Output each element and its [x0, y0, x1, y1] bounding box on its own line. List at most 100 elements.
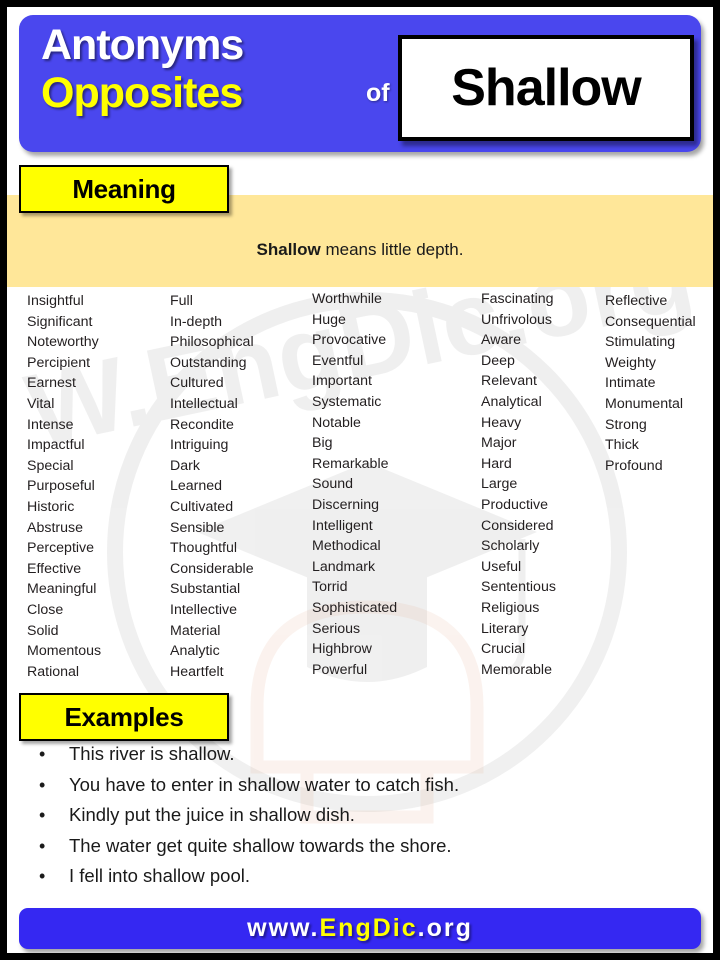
antonym-list: Fascinating Unfrivolous Aware Deep Relevant A…	[481, 289, 556, 680]
meaning-term: Shallow	[256, 240, 321, 259]
antonym-item: Considerable	[170, 560, 254, 577]
antonym-item: In-depth	[170, 313, 223, 330]
example-text: This river is shallow.	[69, 743, 235, 764]
antonym-item: Intellectual	[170, 395, 238, 412]
antonym-list: Insightful Significant Noteworthy Percipien…	[27, 291, 101, 682]
footer-url-suffix: .org	[417, 914, 473, 942]
antonym-item: Huge	[312, 311, 346, 328]
antonym-item: Religious	[481, 599, 540, 616]
antonym-item: Reflective	[605, 293, 668, 309]
antonym-item: Sensible	[170, 519, 225, 536]
example-item: • You have to enter in shallow water to c…	[7, 770, 713, 801]
bullet-icon: •	[39, 866, 46, 886]
footer-url-prefix: www.	[247, 914, 320, 942]
antonym-item: Noteworthy	[27, 334, 99, 351]
antonym-item: Unfrivolous	[481, 311, 552, 328]
poster-page: W.EngDic.org Antonyms Opposites of Shall…	[7, 7, 713, 953]
antonym-item: Vital	[27, 395, 55, 412]
antonym-item: Large	[481, 476, 518, 493]
antonym-item: Scholarly	[481, 538, 540, 555]
bullet-icon: •	[39, 744, 46, 764]
antonym-item: Heavy	[481, 414, 522, 431]
antonym-item: Torrid	[312, 579, 348, 596]
antonym-item: Analytical	[481, 393, 542, 410]
antonym-item: Important	[312, 373, 372, 390]
antonym-column: Worthwhile Huge Provocative Eventful Importa…	[312, 289, 397, 680]
antonym-item: Perceptive	[27, 540, 95, 557]
antonym-item: Productive	[481, 496, 549, 513]
antonym-item: Analytic	[170, 643, 220, 660]
header-title-group: Antonyms Opposites	[41, 21, 371, 117]
antonym-column: Reflective Consequential Stimulating Weight…	[605, 291, 696, 476]
antonym-item: Remarkable	[312, 455, 389, 472]
antonym-item: Big	[312, 435, 333, 452]
antonym-item: Abstruse	[27, 519, 83, 536]
antonym-item: Hard	[481, 455, 512, 472]
antonym-column: Fascinating Unfrivolous Aware Deep Relevant A…	[481, 289, 556, 680]
antonym-item: Discerning	[312, 496, 380, 513]
antonym-item: Learned	[170, 478, 223, 495]
antonym-item: Sound	[312, 476, 354, 493]
example-item: • I fell into shallow pool.	[7, 861, 713, 892]
examples-tag: Examples	[19, 693, 229, 741]
antonym-item: Close	[27, 601, 64, 618]
antonym-item: Useful	[481, 558, 522, 575]
antonym-item: Meaningful	[27, 581, 97, 598]
example-text: You have to enter in shallow water to ca…	[69, 773, 460, 795]
bullet-icon: •	[39, 835, 46, 856]
example-item: • The water get quite shallow towards the…	[7, 831, 713, 862]
header-title-antonyms: Antonyms	[41, 21, 244, 69]
bullet-icon: •	[39, 774, 46, 795]
meaning-definition: means little depth.	[320, 240, 464, 259]
antonym-item: Relevant	[481, 373, 537, 390]
antonym-item: Effective	[27, 560, 82, 577]
antonym-item: Notable	[312, 414, 361, 431]
header-title-opposites: Opposites	[41, 69, 243, 118]
footer-website-url: www.EngDic.org	[247, 914, 473, 943]
antonym-item: Highbrow	[312, 641, 372, 658]
header-banner: Antonyms Opposites of Shallow	[19, 15, 701, 152]
antonym-list: Reflective Consequential Stimulating Weight…	[605, 291, 696, 476]
antonym-item: Special	[27, 457, 74, 474]
header-of-label: of	[366, 79, 390, 107]
examples-section: • This river is shallow. • You have to ente…	[7, 739, 713, 892]
antonym-item: Thick	[605, 437, 639, 454]
antonym-item: Substantial	[170, 581, 241, 598]
antonym-item: Full	[170, 293, 193, 309]
antonym-item: Recondite	[170, 416, 234, 433]
antonym-item: Dark	[170, 457, 200, 474]
header-word-box: Shallow	[398, 35, 694, 141]
antonym-item: Provocative	[312, 332, 387, 349]
antonym-item: Landmark	[312, 558, 376, 575]
examples-tag-label: Examples	[64, 701, 184, 732]
antonym-item: Outstanding	[170, 354, 247, 371]
antonym-item: Deep	[481, 352, 515, 369]
meaning-tag-label: Meaning	[72, 173, 176, 204]
antonym-item: Intellective	[170, 601, 238, 618]
antonym-column: Insightful Significant Noteworthy Percipien…	[27, 291, 101, 682]
antonym-item: Crucial	[481, 641, 526, 658]
antonym-item: Monumental	[605, 395, 684, 412]
antonym-item: Rational	[27, 663, 80, 680]
antonym-item: Percipient	[27, 354, 91, 371]
antonym-item: Sententious	[481, 579, 556, 596]
meaning-sentence: Shallow means little depth.	[257, 222, 464, 260]
antonym-item: Earnest	[27, 375, 76, 392]
antonym-item: Insightful	[27, 293, 84, 309]
antonym-item: Philosophical	[170, 334, 254, 351]
antonym-item: Serious	[312, 620, 361, 637]
antonym-columns: Insightful Significant Noteworthy Percipien…	[7, 291, 713, 691]
antonym-item: Heartfelt	[170, 663, 224, 680]
footer-url-brand: EngDic	[319, 914, 418, 942]
antonym-item: Eventful	[312, 352, 364, 369]
example-text: I fell into shallow pool.	[69, 865, 250, 886]
antonym-list: Full In-depth Philosophical Outstanding Cult…	[170, 291, 254, 682]
footer-banner[interactable]: www.EngDic.org	[19, 908, 701, 949]
antonym-item: Thoughtful	[170, 540, 238, 557]
antonym-item: Sophisticated	[312, 599, 398, 616]
antonym-item: Stimulating	[605, 334, 676, 351]
examples-list: • This river is shallow. • You have to ente…	[7, 739, 713, 892]
meaning-tag: Meaning	[19, 165, 229, 213]
header-keyword: Shallow	[451, 59, 641, 117]
antonym-item: Consequential	[605, 313, 696, 330]
